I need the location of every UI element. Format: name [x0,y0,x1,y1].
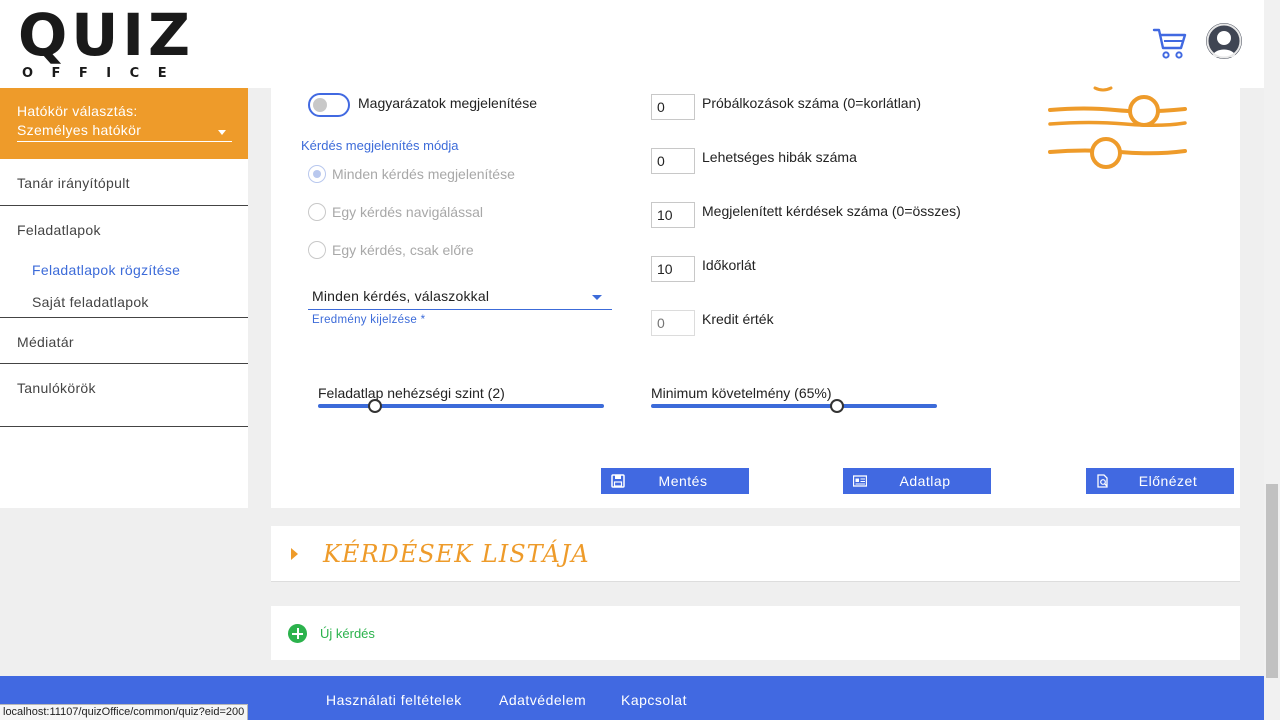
question-list-title: KÉRDÉSEK LISTÁJA [323,540,590,568]
radio-all-questions[interactable] [308,165,326,183]
datasheet-button-label: Adatlap [899,473,951,489]
footer-contact-link[interactable]: Kapcsolat [621,692,687,708]
preview-button[interactable]: Előnézet [1086,468,1234,494]
time-limit-label: Időkorlát [702,257,756,273]
sidebar-item-label: Feladatlapok [17,222,101,238]
scope-value: Személyes hatókör [17,122,142,138]
sidebar-item-label: Médiatár [17,334,74,350]
credit-value-input [651,310,695,336]
scrollbar-thumb[interactable] [1266,484,1278,678]
datasheet-button[interactable]: Adatlap [843,468,991,494]
sidebar-item-label: Tanár irányítópult [17,175,130,191]
result-display-select[interactable]: Minden kérdés, válaszokkal [308,286,612,310]
result-display-help: Eredmény kijelzése * [312,314,426,326]
sidebar-subitem-create-worksheet[interactable]: Feladatlapok rögzítése [32,262,180,278]
scope-label: Hatókör választás: [17,103,138,119]
cart-icon[interactable] [1152,26,1188,60]
minimum-slider-thumb[interactable] [829,399,844,413]
radio-one-question-forward[interactable] [308,241,326,259]
footer-terms-link[interactable]: Használati feltételek [326,692,462,708]
minimum-slider-label: Minimum követelmény (65%) [651,385,832,401]
radio-one-question-nav-label: Egy kérdés navigálással [332,204,483,220]
preview-button-label: Előnézet [1138,473,1198,489]
result-display-value: Minden kérdés, válaszokkal [312,288,490,304]
quiz-office-logo[interactable]: QUIZ OFFICE [18,6,190,82]
difficulty-slider-track[interactable] [318,404,604,408]
page-scrollbar[interactable] [1264,0,1280,720]
sidebar-item-label: Tanulókörök [17,380,96,396]
attempts-label: Próbálkozások száma (0=korlátlan) [702,95,922,111]
credit-value-label: Kredit érték [702,311,774,327]
displayed-questions-label: Megjelenített kérdések száma (0=összes) [702,203,961,219]
logo-subtitle: OFFICE [22,66,186,81]
new-question-panel: Új kérdés [271,606,1240,660]
settings-sliders-icon [1048,86,1187,169]
display-mode-title: Kérdés megjelenítés módja [301,138,459,153]
footer-privacy-link[interactable]: Adatvédelem [499,692,586,708]
sidebar-subitem-my-worksheets[interactable]: Saját feladatlapok [32,294,149,310]
allowed-errors-label: Lehetséges hibák száma [702,149,857,165]
sidebar-item-learning-circles[interactable]: Tanulókörök [0,364,248,427]
status-bar-url: localhost:11107/quizOffice/common/quiz?e… [0,704,249,720]
radio-all-questions-label: Minden kérdés megjelenítése [332,166,515,182]
save-button-label: Mentés [658,473,708,489]
attempts-input[interactable] [651,94,695,120]
save-button[interactable]: Mentés [601,468,749,494]
radio-one-question-forward-label: Egy kérdés, csak előre [332,242,474,258]
question-list-header[interactable]: KÉRDÉSEK LISTÁJA [271,526,1240,582]
minimum-slider-track[interactable] [651,404,937,408]
toggle-knob [313,98,327,112]
plus-circle-icon[interactable] [288,624,307,643]
explanations-toggle-label: Magyarázatok megjelenítése [358,95,537,111]
allowed-errors-input[interactable] [651,148,695,174]
scope-dropdown[interactable]: Személyes hatókör [17,122,232,142]
explanations-toggle[interactable] [308,93,350,117]
sidebar-item-worksheets[interactable]: Feladatlapok [0,206,248,253]
radio-one-question-nav[interactable] [308,203,326,221]
sidebar: Hatókör választás: Személyes hatókör Tan… [0,88,248,508]
user-avatar-icon[interactable] [1206,23,1242,59]
sidebar-item-dashboard[interactable]: Tanár irányítópult [0,159,248,206]
app-header: QUIZ OFFICE [0,0,1264,88]
scope-selector: Hatókör választás: Személyes hatókör [0,88,248,159]
caret-right-icon [291,548,298,560]
difficulty-slider-label: Feladatlap nehézségi szint (2) [318,385,505,401]
new-question-link[interactable]: Új kérdés [320,626,375,641]
chevron-down-icon [218,130,226,135]
time-limit-input[interactable] [651,256,695,282]
sidebar-item-media-library[interactable]: Médiatár [0,317,248,364]
displayed-questions-input[interactable] [651,202,695,228]
chevron-down-icon [592,295,602,300]
logo-wordmark: QUIZ [18,1,195,69]
